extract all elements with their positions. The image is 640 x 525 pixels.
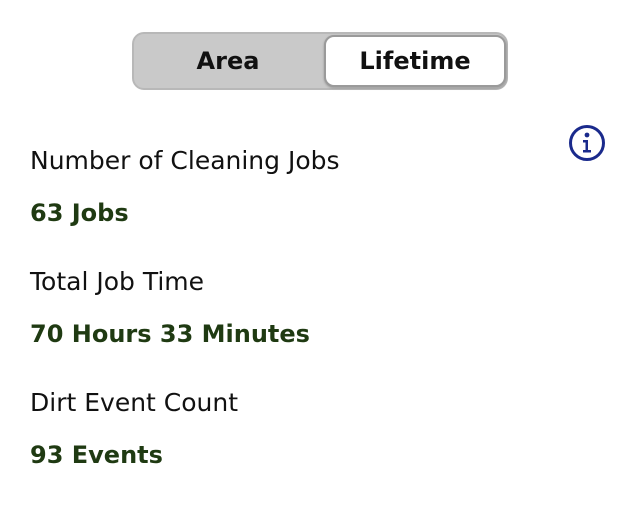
stat-dirt-event-count: Dirt Event Count 93 Events xyxy=(30,388,238,470)
stat-value: 63 Jobs xyxy=(30,199,129,227)
stat-label: Total Job Time xyxy=(30,267,204,296)
stat-value: 70 Hours 33 Minutes xyxy=(30,320,310,348)
area-lifetime-segmented-control: Area Lifetime xyxy=(132,32,508,90)
stat-label: Dirt Event Count xyxy=(30,388,239,417)
info-icon[interactable] xyxy=(568,124,606,162)
tab-area[interactable]: Area xyxy=(134,34,322,88)
tab-lifetime[interactable]: Lifetime xyxy=(324,35,506,87)
stat-label: Number of Cleaning Jobs xyxy=(30,146,340,175)
stat-value: 93 Events xyxy=(30,441,163,469)
stat-cleaning-jobs: Number of Cleaning Jobs 63 Jobs xyxy=(30,146,340,228)
stat-total-job-time: Total Job Time 70 Hours 33 Minutes xyxy=(30,267,310,349)
info-icon-graphic xyxy=(569,125,605,161)
